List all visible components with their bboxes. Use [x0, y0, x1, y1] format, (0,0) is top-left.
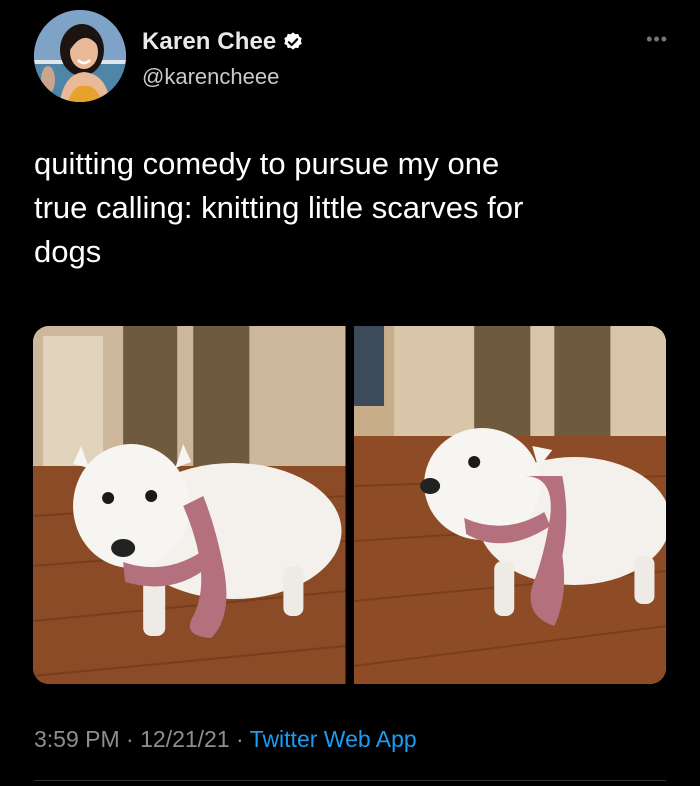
tweet-date[interactable]: 12/21/21 [140, 726, 230, 752]
author-handle[interactable]: @karencheee [142, 64, 279, 90]
name-row: Karen Chee [142, 28, 304, 56]
more-options-icon[interactable]: ••• [646, 30, 668, 48]
dog-photo-1 [33, 326, 346, 684]
verified-badge-icon [282, 31, 304, 53]
tweet-time[interactable]: 3:59 PM [34, 726, 120, 752]
dog-photo-2 [353, 326, 666, 684]
tweet-text: quitting comedy to pursue my one true ca… [34, 146, 524, 269]
tweet-source-link[interactable]: Twitter Web App [250, 726, 417, 752]
meta-separator: · [229, 726, 250, 752]
media-photo-1[interactable] [33, 326, 346, 684]
avatar-image [34, 10, 126, 102]
tweet-header: Karen Chee @karencheee ••• [34, 10, 674, 106]
tweet-metadata: 3:59 PM · 12/21/21 · Twitter Web App [34, 726, 417, 753]
tweet-media [33, 326, 666, 684]
meta-separator: · [119, 726, 141, 752]
author-display-name[interactable]: Karen Chee [142, 28, 276, 56]
divider [34, 780, 666, 781]
media-photo-2[interactable] [353, 326, 666, 684]
avatar[interactable] [34, 10, 126, 102]
tweet-card: Karen Chee @karencheee ••• quitting come… [0, 0, 700, 786]
